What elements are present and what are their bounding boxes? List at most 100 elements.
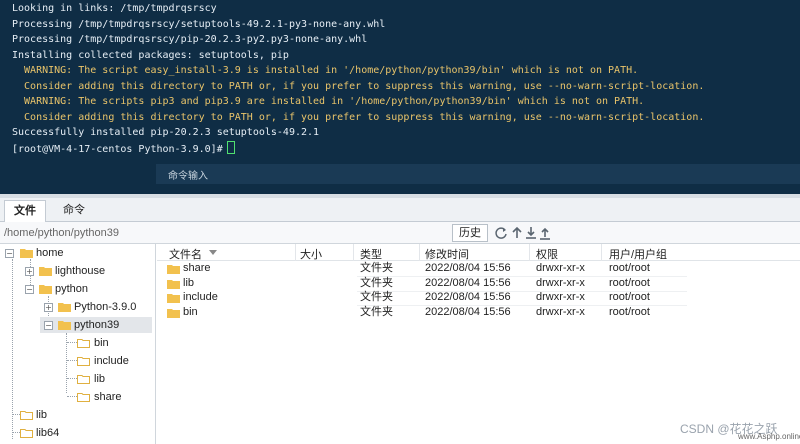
upload-icon[interactable]	[538, 224, 552, 242]
column-header-mtime[interactable]: 修改时间	[425, 246, 469, 262]
file-owner: root/root	[609, 306, 650, 318]
tree-node-include[interactable]: include	[0, 353, 155, 369]
file-list: 文件名 大小 类型 修改时间 权限 用户/用户组 share 文件夹 2022/…	[157, 244, 800, 444]
file-row[interactable]: share 文件夹 2022/08/04 15:56 drwxr-xr-x ro…	[157, 261, 800, 276]
collapse-icon[interactable]: −	[5, 249, 14, 258]
command-input-label: 命令输入	[168, 171, 208, 182]
terminal-panel[interactable]: Looking in links: /tmp/tmpdrqsrscy Proce…	[0, 0, 800, 194]
file-type: 文件夹	[360, 306, 393, 318]
terminal-warning-line: Consider adding this directory to PATH o…	[12, 111, 705, 123]
tree-label: python	[55, 283, 89, 295]
up-icon[interactable]	[510, 224, 524, 242]
file-permission: drwxr-xr-x	[536, 262, 585, 274]
file-mtime: 2022/08/04 15:56	[425, 306, 511, 318]
command-input-bar[interactable]: 命令输入	[156, 164, 800, 184]
terminal-prompt-line[interactable]: [root@VM-4-17-centos Python-3.9.0]#	[12, 140, 704, 157]
terminal-line: Processing /tmp/tmpdrqsrscy/setuptools-4…	[12, 18, 386, 30]
collapse-icon[interactable]: −	[25, 285, 34, 294]
file-name: lib	[183, 277, 195, 289]
tree-node-root-lib64[interactable]: lib64	[0, 425, 155, 441]
terminal-warning-line: WARNING: The script easy_install-3.9 is …	[12, 65, 639, 76]
terminal-warning-line: Consider adding this directory to PATH o…	[12, 80, 705, 92]
file-type: 文件夹	[360, 277, 393, 289]
expand-icon[interactable]: +	[25, 267, 34, 276]
folder-icon	[58, 321, 71, 330]
file-mtime: 2022/08/04 15:56	[425, 277, 511, 289]
column-header-permission[interactable]: 权限	[536, 246, 558, 262]
folder-outline-icon	[77, 375, 90, 384]
folder-outline-icon	[77, 357, 90, 366]
tree-label: bin	[94, 337, 109, 349]
file-row[interactable]: lib 文件夹 2022/08/04 15:56 drwxr-xr-x root…	[157, 276, 800, 291]
column-header-name[interactable]: 文件名	[169, 246, 202, 262]
folder-icon	[39, 267, 52, 276]
tree-label: include	[94, 355, 129, 367]
terminal-line: Installing collected packages: setuptool…	[12, 49, 289, 61]
tree-node-root-lib[interactable]: lib	[0, 407, 155, 423]
tree-label: python39	[74, 319, 120, 331]
folder-outline-icon	[77, 339, 90, 348]
folder-icon	[58, 303, 71, 312]
folder-icon	[167, 280, 180, 289]
column-header-size[interactable]: 大小	[300, 246, 322, 262]
folder-outline-icon	[20, 411, 33, 420]
terminal-line: Successfully installed pip-20.2.3 setupt…	[12, 127, 320, 138]
tree-node-share[interactable]: share	[0, 389, 155, 405]
terminal-line: Processing /tmp/tmpdrqsrscy/pip-20.2.3-p…	[12, 34, 368, 45]
tree-label: lighthouse	[55, 265, 106, 277]
folder-icon	[39, 285, 52, 294]
folder-outline-icon	[20, 429, 33, 438]
history-button[interactable]: 历史	[452, 224, 488, 242]
terminal-output: Looking in links: /tmp/tmpdrqsrscy Proce…	[12, 1, 704, 156]
path-input[interactable]: /home/python/python39	[4, 224, 444, 242]
tree-label: Python-3.9.0	[74, 301, 137, 313]
terminal-prompt: [root@VM-4-17-centos Python-3.9.0]#	[12, 143, 223, 155]
tree-node-lib[interactable]: lib	[0, 371, 155, 387]
path-bar: /home/python/python39 历史	[0, 222, 800, 244]
download-icon[interactable]	[524, 224, 538, 242]
tree-node-bin[interactable]: bin	[0, 335, 155, 351]
file-row[interactable]: bin 文件夹 2022/08/04 15:56 drwxr-xr-x root…	[157, 305, 800, 320]
column-header-owner[interactable]: 用户/用户组	[609, 246, 667, 262]
file-permission: drwxr-xr-x	[536, 291, 585, 303]
file-owner: root/root	[609, 262, 650, 274]
file-mtime: 2022/08/04 15:56	[425, 291, 511, 303]
refresh-icon[interactable]	[494, 224, 508, 242]
tab-files[interactable]: 文件	[4, 200, 46, 222]
tree-node-home[interactable]: − home	[0, 245, 155, 261]
column-header-type[interactable]: 类型	[360, 246, 382, 262]
terminal-cursor	[226, 140, 235, 154]
tab-bar: 文件 命令	[0, 198, 800, 222]
watermark-url: www.Asphp.online	[738, 432, 800, 441]
file-permission: drwxr-xr-x	[536, 277, 585, 289]
terminal-warning-line: WARNING: The scripts pip3 and pip3.9 are…	[12, 96, 645, 107]
tree-node-python[interactable]: − python	[0, 281, 155, 297]
folder-icon	[20, 249, 33, 258]
directory-tree: − home + lighthouse − python + Python-3.…	[0, 244, 156, 444]
tree-label: lib	[94, 373, 106, 385]
file-name: include	[183, 291, 218, 303]
file-owner: root/root	[609, 277, 650, 289]
collapse-icon[interactable]: −	[44, 321, 53, 330]
sort-down-icon	[209, 250, 217, 255]
tree-label: home	[36, 247, 64, 259]
folder-icon	[167, 265, 180, 274]
folder-icon	[167, 294, 180, 303]
tree-node-python-3-9-0[interactable]: + Python-3.9.0	[0, 299, 155, 315]
file-type: 文件夹	[360, 262, 393, 274]
file-list-header: 文件名 大小 类型 修改时间 权限 用户/用户组	[157, 244, 800, 261]
file-name: share	[183, 262, 211, 274]
file-row[interactable]: include 文件夹 2022/08/04 15:56 drwxr-xr-x …	[157, 290, 800, 305]
tree-label: lib64	[36, 427, 60, 439]
tab-commands[interactable]: 命令	[52, 200, 96, 222]
folder-icon	[167, 309, 180, 318]
tree-node-lighthouse[interactable]: + lighthouse	[0, 263, 155, 279]
file-mtime: 2022/08/04 15:56	[425, 262, 511, 274]
terminal-line: Looking in links: /tmp/tmpdrqsrscy	[12, 3, 217, 14]
expand-icon[interactable]: +	[44, 303, 53, 312]
tree-node-python39[interactable]: − python39	[40, 317, 152, 333]
file-name: bin	[183, 306, 198, 318]
file-permission: drwxr-xr-x	[536, 306, 585, 318]
file-type: 文件夹	[360, 291, 393, 303]
tree-label: share	[94, 391, 122, 403]
